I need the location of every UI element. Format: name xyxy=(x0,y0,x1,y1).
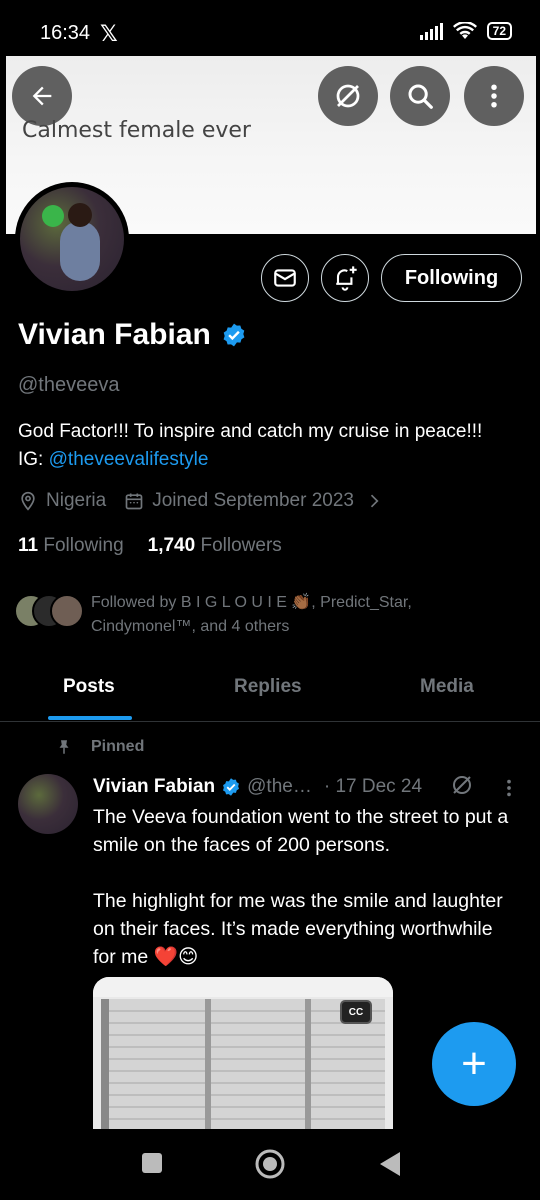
active-tab-indicator xyxy=(48,716,132,720)
verified-icon xyxy=(223,323,245,347)
status-right: 72 xyxy=(419,22,512,40)
tab-media[interactable]: Media xyxy=(420,676,474,698)
bell-plus-icon xyxy=(336,266,357,291)
search-icon xyxy=(408,84,433,109)
tab-replies[interactable]: Replies xyxy=(234,676,302,698)
followers-count-link[interactable]: 1,740 Followers xyxy=(148,535,282,557)
followers-count-label: Followers xyxy=(200,535,282,556)
bio-text: God Factor!!! To inspire and catch my cr… xyxy=(18,421,483,442)
calendar-icon xyxy=(125,493,143,510)
more-options-button[interactable] xyxy=(464,66,524,126)
compose-post-button[interactable]: + xyxy=(432,1022,516,1106)
post-author-handle: @the… xyxy=(247,776,312,797)
profile-counts: 11 Following 1,740 Followers xyxy=(18,535,282,557)
joined-text: Joined September 2023 xyxy=(152,490,354,511)
message-button[interactable] xyxy=(261,254,309,302)
message-icon xyxy=(274,269,296,287)
post-avatar[interactable] xyxy=(18,774,78,834)
grok-icon[interactable] xyxy=(450,773,474,797)
following-button[interactable]: Following xyxy=(381,254,522,302)
followed-by-avatars[interactable] xyxy=(14,594,84,630)
wifi-icon xyxy=(452,22,477,39)
pin-icon xyxy=(59,740,69,754)
square-icon[interactable] xyxy=(141,1152,163,1174)
back-button[interactable] xyxy=(12,66,72,126)
status-bar: 16:34 𝕏 72 xyxy=(0,0,540,60)
pinned-label: Pinned xyxy=(55,737,144,757)
location-icon xyxy=(21,491,35,511)
home-circle-icon[interactable] xyxy=(254,1148,286,1180)
search-button[interactable] xyxy=(390,66,450,126)
post-author-name[interactable]: Vivian Fabian xyxy=(93,776,215,798)
location-text: Nigeria xyxy=(46,490,107,511)
x-logo-icon: 𝕏 xyxy=(100,21,118,46)
profile-name-text: Vivian Fabian xyxy=(18,318,211,351)
post-date: · 17 Dec 24 xyxy=(323,776,423,797)
bio-ig-link[interactable]: @theveevalifestyle xyxy=(49,449,209,470)
notifications-button[interactable] xyxy=(321,254,369,302)
signal-icon xyxy=(419,22,443,40)
profile-meta: Nigeria Joined September 2023 xyxy=(18,490,384,512)
avatar-image xyxy=(20,187,124,291)
tab-posts[interactable]: Posts xyxy=(63,676,115,698)
followed-by-text[interactable]: Followed by B I G L O U I E 👏🏾, Predict_… xyxy=(91,591,521,639)
battery-indicator: 72 xyxy=(486,22,512,40)
more-vert-icon[interactable] xyxy=(498,776,520,800)
following-count-label: Following xyxy=(43,535,124,556)
profile-tabs: Posts Replies Media xyxy=(0,664,540,722)
profile-bio: God Factor!!! To inspire and catch my cr… xyxy=(18,418,528,474)
chevron-right-icon[interactable] xyxy=(364,491,384,511)
post-body: The Veeva foundation went to the street … xyxy=(93,806,509,968)
verified-icon xyxy=(223,778,240,796)
bio-ig-prefix: IG: xyxy=(18,449,49,470)
more-icon xyxy=(491,84,497,108)
followers-count: 1,740 xyxy=(147,535,196,556)
android-nav-bar xyxy=(0,1130,540,1200)
back-triangle-icon[interactable] xyxy=(378,1150,402,1178)
grok-button[interactable] xyxy=(318,66,378,126)
post-header: Vivian Fabian @the… · 17 Dec 24 xyxy=(93,776,422,798)
following-count-link[interactable]: 11 Following xyxy=(18,535,124,557)
pinned-text: Pinned xyxy=(91,738,145,755)
status-time: 16:34 xyxy=(40,22,91,44)
following-count: 11 xyxy=(18,535,39,556)
profile-handle: @theveeva xyxy=(18,374,120,396)
closed-captions-badge[interactable]: CC xyxy=(340,1000,372,1024)
grok-icon xyxy=(336,84,360,108)
profile-name: Vivian Fabian xyxy=(18,318,247,352)
avatar xyxy=(50,594,84,628)
profile-avatar[interactable] xyxy=(15,182,129,296)
back-arrow-icon xyxy=(32,86,52,106)
